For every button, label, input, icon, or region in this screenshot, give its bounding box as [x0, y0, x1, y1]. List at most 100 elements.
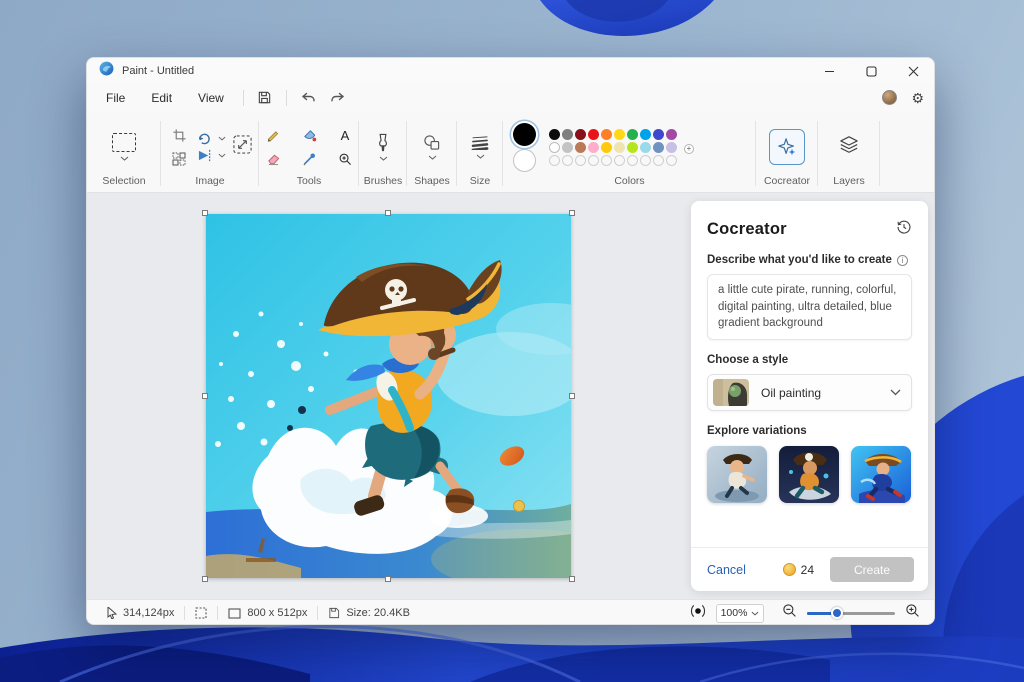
crop-icon[interactable]	[167, 125, 191, 145]
prompt-input[interactable]: a little cute pirate, running, colorful,…	[707, 274, 912, 340]
palette-color-swatch[interactable]	[653, 129, 664, 140]
empty-color-slot[interactable]	[549, 155, 560, 166]
marquee-pattern-icon[interactable]	[167, 149, 191, 169]
minimize-button[interactable]	[808, 58, 850, 84]
resize-handle-n[interactable]	[385, 210, 391, 216]
layers-icon	[838, 135, 860, 155]
empty-color-slot[interactable]	[575, 155, 586, 166]
palette-color-swatch[interactable]	[666, 129, 677, 140]
chevron-down-icon	[476, 154, 485, 159]
palette-color-swatch[interactable]	[614, 129, 625, 140]
tools-group-label: Tools	[297, 175, 322, 189]
style-dropdown[interactable]: Oil painting	[707, 374, 912, 411]
zoom-slider[interactable]	[807, 612, 895, 615]
chevron-down-icon[interactable]	[120, 156, 129, 161]
empty-color-slot[interactable]	[601, 155, 612, 166]
resize-handle-ne[interactable]	[569, 210, 575, 216]
menu-view[interactable]: View	[185, 87, 237, 109]
shapes-button[interactable]	[422, 134, 442, 160]
menu-file[interactable]: File	[93, 87, 138, 109]
secondary-color-swatch[interactable]	[513, 149, 536, 172]
palette-color-swatch[interactable]	[588, 129, 599, 140]
titlebar: Paint - Untitled	[87, 58, 934, 84]
empty-color-slot[interactable]	[614, 155, 625, 166]
rotate-button[interactable]	[197, 132, 226, 145]
info-icon[interactable]: i	[897, 255, 908, 266]
account-avatar[interactable]	[882, 90, 897, 105]
layers-button[interactable]	[838, 135, 860, 160]
resize-handle-w[interactable]	[202, 393, 208, 399]
palette-color-swatch[interactable]	[562, 129, 573, 140]
palette-color-swatch[interactable]	[601, 142, 612, 153]
empty-color-slot[interactable]	[640, 155, 651, 166]
menubar-separator	[286, 90, 287, 106]
primary-color-swatch[interactable]	[513, 123, 536, 146]
menu-edit[interactable]: Edit	[138, 87, 185, 109]
empty-color-slot[interactable]	[627, 155, 638, 166]
resize-handle-e[interactable]	[569, 393, 575, 399]
variation-thumbnail-2[interactable]	[779, 446, 839, 503]
palette-color-swatch[interactable]	[640, 129, 651, 140]
palette-color-swatch[interactable]	[627, 142, 638, 153]
zoom-in-button[interactable]	[905, 603, 920, 623]
cocreator-group-label: Cocreator	[764, 175, 810, 189]
fit-to-screen-button[interactable]	[690, 604, 706, 623]
resize-handle-se[interactable]	[569, 576, 575, 582]
resize-handle-sw[interactable]	[202, 576, 208, 582]
cocreator-button[interactable]	[769, 129, 805, 165]
close-button[interactable]	[892, 58, 934, 84]
canvas-size-icon	[228, 608, 241, 619]
palette-color-swatch[interactable]	[653, 142, 664, 153]
palette-color-swatch[interactable]	[666, 142, 677, 153]
empty-color-slot[interactable]	[588, 155, 599, 166]
eyedropper-icon[interactable]	[297, 149, 321, 169]
brushes-button[interactable]	[376, 133, 390, 161]
redo-button[interactable]	[323, 87, 353, 109]
maximize-button[interactable]	[850, 58, 892, 84]
canvas[interactable]	[206, 214, 571, 578]
resize-handle-s[interactable]	[385, 576, 391, 582]
fill-bucket-icon[interactable]	[297, 126, 321, 146]
size-button[interactable]	[471, 135, 489, 159]
palette-color-swatch[interactable]	[588, 142, 599, 153]
flip-button[interactable]	[197, 149, 226, 162]
palette-color-swatch[interactable]	[575, 129, 586, 140]
file-size-icon	[328, 607, 340, 619]
palette-color-swatch[interactable]	[562, 142, 573, 153]
variation-thumbnail-1[interactable]	[707, 446, 767, 503]
palette-color-swatch[interactable]	[549, 129, 560, 140]
palette-color-swatch[interactable]	[614, 142, 625, 153]
save-button[interactable]	[250, 87, 280, 109]
palette-color-swatch[interactable]	[575, 142, 586, 153]
pencil-icon[interactable]	[261, 126, 285, 146]
empty-color-slot[interactable]	[562, 155, 573, 166]
resize-handle-nw[interactable]	[202, 210, 208, 216]
resize-image-icon[interactable]	[232, 134, 253, 160]
undo-button[interactable]	[293, 87, 323, 109]
flip-icon	[197, 149, 212, 162]
menubar-separator	[243, 90, 244, 106]
variation-thumbnail-3[interactable]	[851, 446, 911, 503]
canvas-size-value: 800 x 512px	[247, 607, 307, 619]
palette-color-swatch[interactable]	[601, 129, 612, 140]
zoom-level-dropdown[interactable]: 100%	[716, 604, 764, 623]
selection-tool-button[interactable]	[112, 133, 136, 161]
settings-gear-icon[interactable]: ⚙	[911, 91, 924, 105]
cancel-button[interactable]: Cancel	[707, 563, 746, 577]
eraser-icon[interactable]	[261, 149, 285, 169]
zoom-out-button[interactable]	[782, 603, 797, 623]
style-thumbnail	[713, 379, 749, 406]
palette-color-swatch[interactable]	[627, 129, 638, 140]
cursor-position-value: 314,124px	[123, 607, 174, 619]
selection-group: Selection	[87, 115, 161, 192]
palette-color-swatch[interactable]	[640, 142, 651, 153]
magnifier-tool-icon[interactable]	[333, 149, 357, 169]
empty-color-slot[interactable]	[666, 155, 677, 166]
create-button[interactable]: Create	[830, 557, 914, 582]
empty-color-slot[interactable]	[653, 155, 664, 166]
selection-size-indicator	[185, 607, 217, 619]
zoom-slider-thumb[interactable]	[831, 607, 843, 619]
history-button[interactable]	[896, 219, 912, 240]
text-tool-icon[interactable]: A	[333, 126, 357, 146]
palette-color-swatch[interactable]	[549, 142, 560, 153]
